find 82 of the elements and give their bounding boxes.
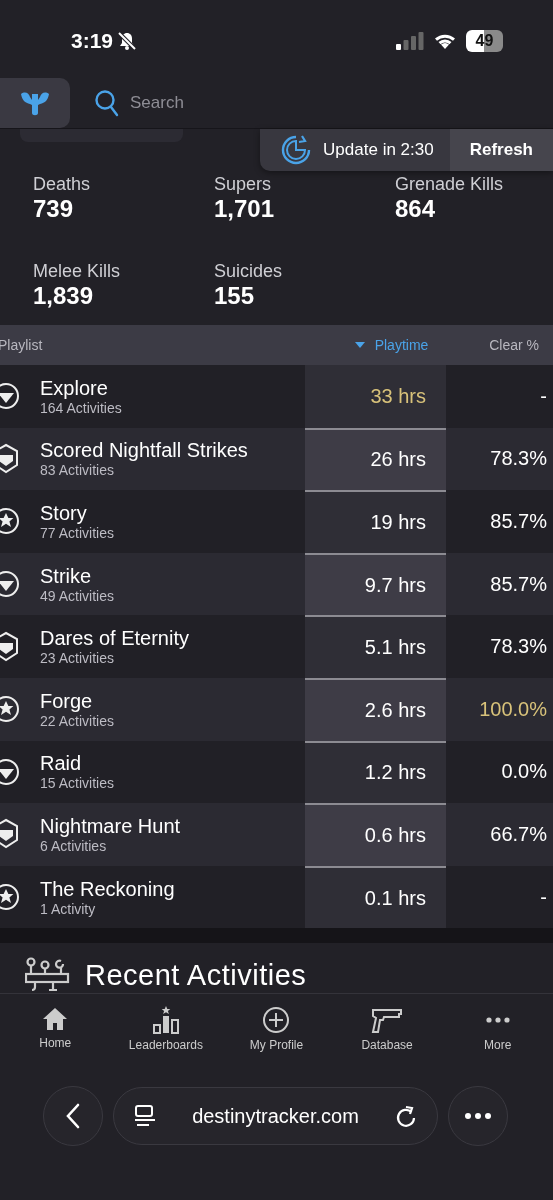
- playtime-value: 33 hrs: [370, 384, 426, 408]
- playtime-value: 19 hrs: [370, 511, 426, 534]
- playlist-name: Forge: [40, 688, 94, 713]
- more-icon: [464, 1112, 492, 1121]
- nav-item[interactable]: Leaderboards: [110, 1006, 221, 1065]
- nav-item[interactable]: More: [442, 1006, 553, 1065]
- url-text: destinytracker.com: [192, 1104, 359, 1128]
- search-icon: [94, 89, 120, 117]
- nav-item[interactable]: Database: [332, 1006, 443, 1065]
- playlist-name: Nightmare Hunt: [40, 813, 181, 838]
- activity-count: 164 Activities: [40, 399, 122, 417]
- wifi-icon: [433, 32, 457, 50]
- stat-value: 1,839: [33, 282, 94, 310]
- playtime-value: 0.1 hrs: [364, 886, 426, 910]
- stat-label: Supers: [214, 173, 272, 195]
- leaderboard-icon: [151, 1006, 180, 1035]
- playtime-value: 1.2 hrs: [364, 761, 426, 785]
- page-menu-icon: [134, 1104, 156, 1129]
- playlist-name: Story: [40, 501, 88, 525]
- activity-count: 83 Activities: [40, 462, 115, 480]
- stat-value: 155: [214, 282, 255, 310]
- playlist-name: Explore: [40, 375, 109, 400]
- stat-label: Melee Kills: [33, 260, 121, 282]
- playlist-row[interactable]: Nightmare Hunt 6 Activities 0.6 hrs 66.7%: [0, 803, 553, 866]
- refresh-button[interactable]: Refresh: [449, 129, 553, 171]
- back-icon: [65, 1103, 81, 1130]
- section-title: Recent Activities: [85, 958, 307, 994]
- playlist-name: Raid: [40, 751, 83, 776]
- signal-icon: [396, 32, 424, 50]
- toast-message: Update in 2:30: [323, 140, 434, 160]
- column-header[interactable]: Playtime: [339, 337, 444, 353]
- activity-count: 6 Activities: [40, 837, 108, 855]
- clear-value: 66.7%: [490, 822, 547, 846]
- playtime-value: 26 hrs: [370, 448, 426, 472]
- home-icon: [42, 1006, 69, 1033]
- playlist-row[interactable]: Forge 22 Activities 2.6 hrs 100.0%: [0, 677, 553, 741]
- stat-value: 739: [33, 195, 74, 223]
- playtime-value: 2.6 hrs: [364, 698, 426, 722]
- more-icon: [483, 1017, 512, 1024]
- activity-count: 49 Activities: [40, 587, 114, 605]
- reload-icon[interactable]: [395, 1104, 417, 1129]
- battery-icon: 49: [466, 30, 503, 52]
- status-time: 3:19: [71, 29, 114, 53]
- stat-value: 864: [395, 195, 436, 223]
- playlist-name: Strike: [40, 563, 93, 588]
- bell-muted-icon: [117, 31, 138, 51]
- clear-value: 78.3%: [490, 635, 547, 659]
- clear-value: 0.0%: [501, 760, 547, 784]
- sort-caret-icon: [354, 342, 365, 348]
- activity-count: 22 Activities: [40, 712, 114, 730]
- column-header[interactable]: Clear %: [444, 337, 553, 353]
- stat-value: 1,701: [214, 195, 275, 223]
- clear-value: -: [540, 885, 547, 909]
- playlist-name: Scored Nightfall Strikes: [40, 438, 248, 463]
- plus-circle-icon: [262, 1006, 291, 1035]
- clear-value: 85.7%: [490, 572, 547, 596]
- playlist-row[interactable]: Scored Nightfall Strikes 83 Activities 26 hrs 78.3%: [0, 427, 553, 491]
- playtime-value: 0.6 hrs: [364, 823, 426, 847]
- column-header[interactable]: Playlist: [0, 337, 303, 353]
- activity-count: 23 Activities: [40, 650, 115, 668]
- nav-item[interactable]: Home: [0, 1006, 111, 1065]
- playtime-value: 9.7 hrs: [364, 573, 426, 597]
- playlist-name: Dares of Eternity: [40, 626, 189, 651]
- playlist-row[interactable]: Strike 49 Activities 9.7 hrs 85.7%: [0, 552, 553, 616]
- clear-value: 78.3%: [490, 447, 547, 471]
- clear-value: 100.0%: [479, 697, 547, 721]
- stat-label: Deaths: [33, 173, 91, 195]
- activity-count: 1 Activity: [40, 900, 97, 918]
- logo-button[interactable]: [0, 78, 70, 128]
- nav-item[interactable]: My Profile: [221, 1006, 332, 1065]
- stat-label: Suicides: [214, 260, 283, 282]
- activity-count: 77 Activities: [40, 525, 114, 542]
- clear-value: -: [540, 384, 547, 408]
- clear-value: 85.7%: [490, 510, 547, 533]
- stat-label: Grenade Kills: [395, 173, 504, 195]
- search-field[interactable]: Search: [128, 92, 292, 114]
- activity-count: 15 Activities: [40, 775, 114, 793]
- address-bar[interactable]: destinytracker.com: [113, 1087, 438, 1146]
- playtime-value: 5.1 hrs: [364, 636, 426, 660]
- pistol-icon: [371, 1006, 404, 1035]
- playlist-name: The Reckoning: [40, 876, 175, 901]
- network-icon: [25, 957, 71, 994]
